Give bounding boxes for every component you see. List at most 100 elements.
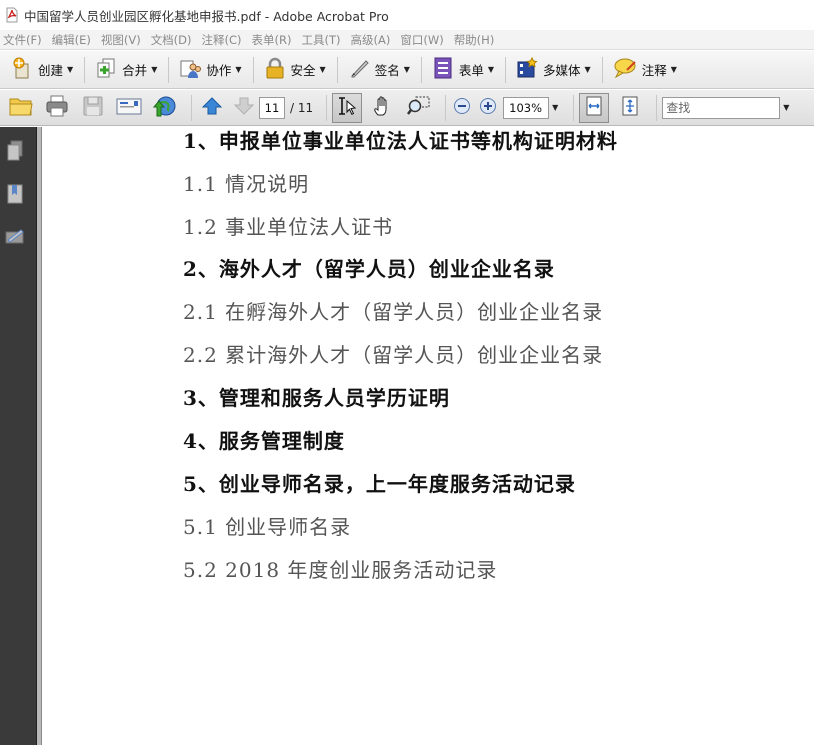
open-button[interactable] — [6, 94, 36, 122]
toolbar-divider — [252, 56, 254, 83]
title-bar: 中国留学人员创业园区孵化基地申报书.pdf - Adobe Acrobat Pr… — [0, 0, 814, 30]
bookmarks-panel-button[interactable] — [4, 182, 26, 208]
zoom-level-input[interactable]: 103% — [503, 96, 550, 119]
menu-document[interactable]: 文档(D) — [148, 32, 199, 48]
email-icon — [116, 96, 142, 119]
create-label: 创建 — [38, 63, 64, 78]
multimedia-button[interactable]: 多媒体 ▼ — [511, 55, 595, 85]
toolbar-divider — [656, 94, 658, 121]
pdf-file-icon — [4, 7, 20, 23]
email-button[interactable] — [114, 94, 144, 122]
document-page: 1、申报单位事业单位法人证书等机构证明材料 1.1 情况说明 1.2 事业单位法… — [42, 127, 814, 745]
menu-window[interactable]: 窗口(W) — [397, 32, 450, 48]
page-number-input[interactable]: 11 — [259, 96, 285, 119]
chevron-down-icon[interactable]: ▼ — [552, 103, 558, 112]
hand-tool-button[interactable] — [368, 94, 398, 122]
chevron-down-icon: ▼ — [319, 65, 326, 74]
doc-heading-5: 5、创业导师名录，上一年度服务活动记录 — [183, 472, 576, 496]
sign-button[interactable]: 签名 ▼ — [343, 55, 414, 85]
text-cursor-icon — [336, 95, 358, 120]
menu-edit[interactable]: 编辑(E) — [49, 32, 98, 48]
upload-button[interactable] — [150, 94, 180, 122]
toolbar-divider — [326, 94, 328, 121]
navigation-toolbar: 11 / 11 103% ▼ 查找 ▼ — [0, 90, 814, 126]
combine-button[interactable]: 合并 ▼ — [90, 55, 161, 85]
toolbar-divider — [505, 56, 507, 83]
doc-subitem-1-1: 1.1 情况说明 — [183, 172, 310, 196]
plus-circle-icon — [479, 97, 497, 118]
menu-advanced[interactable]: 高级(A) — [348, 32, 398, 48]
fit-width-button[interactable] — [579, 92, 610, 123]
chevron-down-icon: ▼ — [67, 65, 74, 74]
navigation-panel — [0, 127, 37, 745]
doc-heading-1: 1、申报单位事业单位法人证书等机构证明材料 — [183, 129, 618, 153]
doc-subitem-1-2: 1.2 事业单位法人证书 — [183, 215, 394, 239]
globe-upload-icon — [152, 94, 177, 121]
pages-panel-button[interactable] — [4, 139, 26, 165]
collaborate-label: 协作 — [206, 63, 232, 78]
previous-page-button[interactable] — [197, 94, 227, 122]
doc-subitem-2-1: 2.1 在孵海外人才（留学人员）创业企业名录 — [183, 300, 604, 324]
window-title: 中国留学人员创业园区孵化基地申报书.pdf - Adobe Acrobat Pr… — [24, 8, 389, 24]
fit-page-button[interactable] — [615, 94, 645, 122]
next-page-button[interactable] — [233, 94, 255, 122]
arrow-down-icon — [233, 96, 255, 119]
forms-label: 表单 — [458, 63, 484, 78]
toolbar-divider — [601, 56, 603, 83]
menu-tools[interactable]: 工具(T) — [299, 32, 348, 48]
search-input[interactable]: 查找 — [662, 96, 781, 119]
comment-label: 注释 — [641, 63, 667, 78]
sign-label: 签名 — [374, 63, 400, 78]
film-icon — [515, 56, 539, 83]
toolbar-divider — [84, 56, 86, 83]
print-button[interactable] — [42, 94, 72, 122]
forms-button[interactable]: 表单 ▼ — [427, 55, 498, 85]
combine-icon — [94, 56, 118, 83]
menu-file[interactable]: 文件(F) — [0, 32, 49, 48]
multimedia-label: 多媒体 — [543, 63, 581, 78]
fit-page-icon — [620, 95, 640, 120]
menu-help[interactable]: 帮助(H) — [451, 32, 502, 48]
chevron-down-icon: ▼ — [670, 65, 677, 74]
signatures-panel-button[interactable] — [4, 225, 26, 251]
select-tool-button[interactable] — [332, 92, 363, 123]
secure-label: 安全 — [290, 63, 316, 78]
secure-button[interactable]: 安全 ▼ — [259, 55, 330, 85]
menu-forms[interactable]: 表单(R) — [249, 32, 299, 48]
form-icon — [431, 56, 455, 83]
menu-comments[interactable]: 注释(C) — [199, 32, 249, 48]
page-total-label: / 11 — [290, 100, 314, 115]
signature-icon — [4, 225, 26, 252]
doc-subitem-5-1: 5.1 创业导师名录 — [183, 515, 352, 539]
collaborate-icon — [178, 56, 202, 83]
comment-button[interactable]: 注释 ▼ — [608, 55, 681, 85]
doc-heading-3: 3、管理和服务人员学历证明 — [183, 386, 450, 410]
folder-icon — [9, 95, 33, 120]
marquee-zoom-button[interactable] — [404, 94, 434, 122]
toolbar-divider — [445, 94, 447, 121]
chevron-down-icon: ▼ — [584, 65, 591, 74]
zoom-marquee-icon — [407, 95, 431, 120]
lock-icon — [263, 56, 287, 83]
tasks-toolbar: 创建 ▼ 合并 ▼ 协作 ▼ 安全 ▼ 签名 ▼ 表单 ▼ 多媒体 ▼ 注释 ▼ — [0, 51, 814, 89]
create-button[interactable]: 创建 ▼ — [6, 55, 77, 85]
toolbar-divider — [573, 94, 575, 121]
menu-view[interactable]: 视图(V) — [98, 32, 148, 48]
printer-icon — [45, 95, 69, 120]
zoom-in-button[interactable] — [477, 94, 499, 122]
collaborate-button[interactable]: 协作 ▼ — [174, 55, 245, 85]
toolbar-divider — [191, 94, 192, 121]
save-button[interactable] — [78, 94, 108, 122]
comment-icon — [612, 56, 638, 83]
doc-subitem-2-2: 2.2 累计海外人才（留学人员）创业企业名录 — [183, 343, 604, 367]
chevron-down-icon: ▼ — [235, 65, 242, 74]
pages-icon — [5, 139, 25, 166]
chevron-down-icon: ▼ — [151, 65, 158, 74]
minus-circle-icon — [453, 97, 471, 118]
pen-icon — [347, 56, 371, 83]
create-pdf-icon — [10, 56, 34, 83]
doc-heading-4: 4、服务管理制度 — [183, 429, 345, 453]
chevron-down-icon[interactable]: ▼ — [783, 103, 789, 112]
zoom-out-button[interactable] — [451, 94, 473, 122]
combine-label: 合并 — [122, 63, 148, 78]
